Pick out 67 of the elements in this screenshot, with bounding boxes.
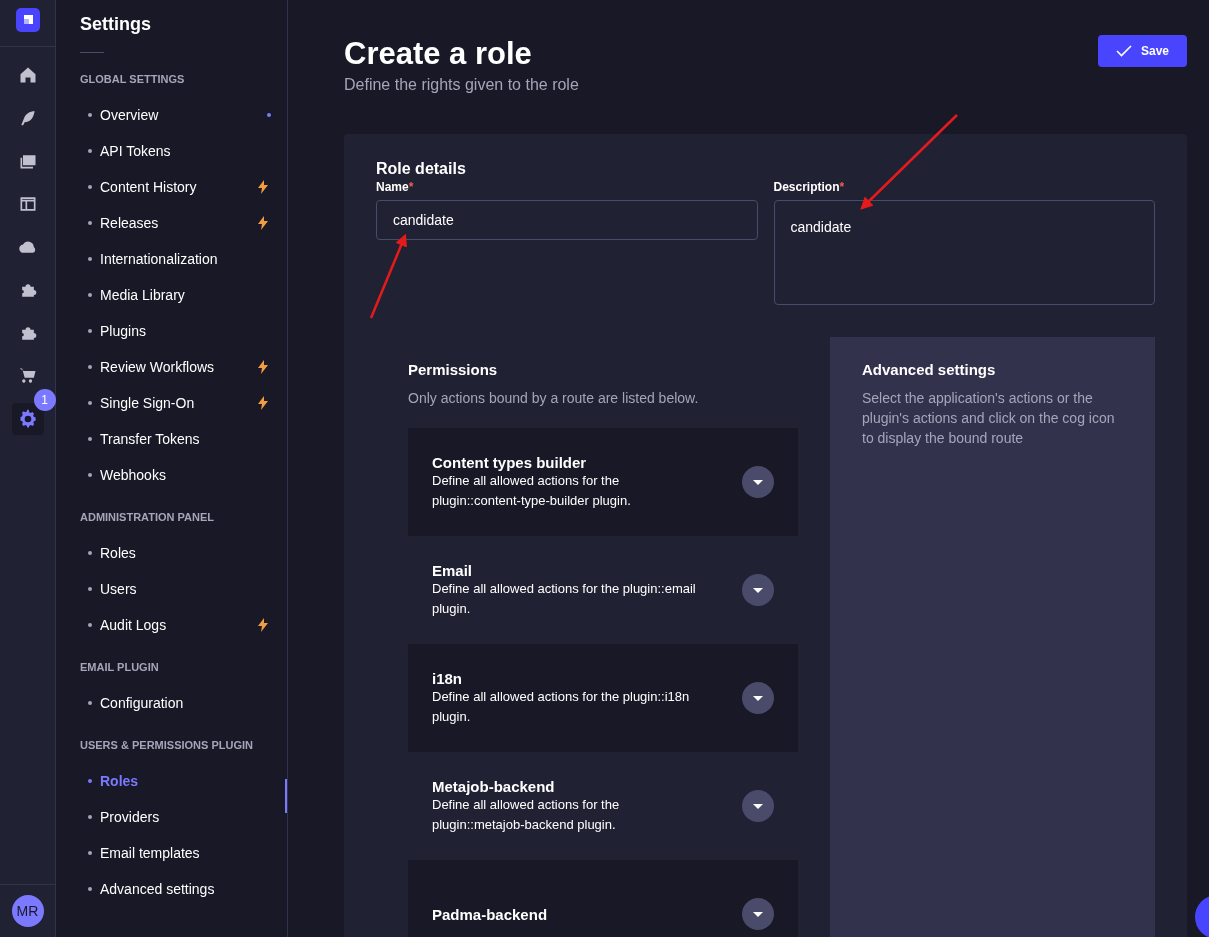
lightning-icon xyxy=(258,216,268,230)
sidebar-item[interactable]: Audit Logs xyxy=(80,607,271,643)
field-label: Name* xyxy=(376,180,415,194)
section-heading: USERS & PERMISSIONS PLUGIN xyxy=(80,739,254,753)
chevron-icon[interactable] xyxy=(742,466,774,498)
group-title: Padma-backend xyxy=(432,905,548,923)
sidebar-item[interactable]: Plugins xyxy=(80,313,271,349)
lightning-icon xyxy=(258,618,268,632)
panel-title: Advanced settings xyxy=(862,361,997,378)
sidebar-item[interactable]: Advanced settings xyxy=(80,871,271,907)
user-avatar[interactable]: MR xyxy=(11,895,44,927)
sidebar-item[interactable]: Single Sign-On xyxy=(80,385,271,421)
lightning-icon xyxy=(258,396,268,410)
permission-group[interactable]: Content types builder Define all allowed actions for the plugin::content-type-builder plugin. xyxy=(408,428,798,536)
name-field[interactable]: candidate xyxy=(376,200,758,240)
check-icon xyxy=(1115,45,1132,57)
sidebar-item[interactable]: Transfer Tokens xyxy=(80,421,271,457)
sidebar-item[interactable]: Review Workflows xyxy=(80,349,271,385)
section-heading: EMAIL PLUGIN xyxy=(80,661,160,675)
permission-group[interactable]: Metajob-backend Define all allowed actions for the plugin::metajob-backend plugin. xyxy=(408,752,798,860)
section-heading: GLOBAL SETTINGS xyxy=(80,73,186,87)
lightning-icon xyxy=(258,180,268,194)
page-title: Create a role xyxy=(344,36,533,72)
chevron-icon[interactable] xyxy=(742,790,774,822)
panel-subtitle: Only actions bound by a route are listed below. xyxy=(408,389,700,408)
chevron-icon[interactable] xyxy=(742,898,774,930)
sidebar-item[interactable]: Webhooks xyxy=(80,457,271,493)
description-field[interactable]: candidate xyxy=(773,200,1155,305)
lightning-icon xyxy=(258,360,268,374)
permission-group[interactable]: i18n Define all allowed actions for the plugin::i18n plugin. xyxy=(408,644,798,752)
sidebar-item[interactable]: Email templates xyxy=(80,835,271,871)
sidebar-item[interactable]: Internationalization xyxy=(80,241,271,277)
group-description: Define all allowed actions for the plugin::content-type-builder plugin. xyxy=(432,471,632,510)
group-description: Define all allowed actions for the plugin::email plugin. xyxy=(432,579,697,618)
group-title: Metajob-backend xyxy=(432,777,556,795)
group-title: Content types builder xyxy=(432,453,588,471)
chevron-icon[interactable] xyxy=(742,682,774,714)
permission-group[interactable]: Email Define all allowed actions for the plugin::email plugin. xyxy=(408,536,798,644)
logo-icon[interactable] xyxy=(15,8,40,32)
group-description: Define all allowed actions for the plugin::i18n plugin. xyxy=(432,687,691,726)
notification-badge: 1 xyxy=(33,389,56,411)
save-button[interactable]: Save xyxy=(1097,35,1187,67)
sidebar-item[interactable]: Roles xyxy=(80,535,271,571)
panel-title: Permissions xyxy=(408,361,499,378)
permission-group[interactable]: Padma-backend xyxy=(408,860,798,937)
sidebar-item[interactable]: Configuration xyxy=(80,685,271,721)
sidebar-item[interactable]: Media Library xyxy=(80,277,271,313)
sidebar-item[interactable]: Content History xyxy=(80,169,271,205)
group-title: Email xyxy=(432,561,474,579)
status-dot-icon xyxy=(267,113,271,117)
settings-button[interactable] xyxy=(11,403,44,435)
sidebar-item[interactable]: Releases xyxy=(80,205,271,241)
group-title: i18n xyxy=(432,669,463,687)
section-title: Role details xyxy=(376,160,467,178)
sidebar-item[interactable]: Roles xyxy=(80,763,271,799)
sidebar-title: Settings xyxy=(80,14,152,35)
field-label: Description* xyxy=(773,180,846,194)
section-heading: ADMINISTRATION PANEL xyxy=(80,511,216,525)
page-subtitle: Define the rights given to the role xyxy=(344,76,579,94)
panel-text: Select the application's actions or the plugin's actions and click on the cog icon to display the bound route xyxy=(862,389,1116,448)
sidebar-item[interactable]: Providers xyxy=(80,799,271,835)
group-description: Define all allowed actions for the plugin::metajob-backend plugin. xyxy=(432,795,621,834)
sidebar-item[interactable]: Users xyxy=(80,571,271,607)
chevron-icon[interactable] xyxy=(742,574,774,606)
sidebar-item[interactable]: Overview xyxy=(80,97,271,133)
sidebar-item[interactable]: API Tokens xyxy=(80,133,271,169)
scrollbar-thumb[interactable] xyxy=(285,779,287,813)
